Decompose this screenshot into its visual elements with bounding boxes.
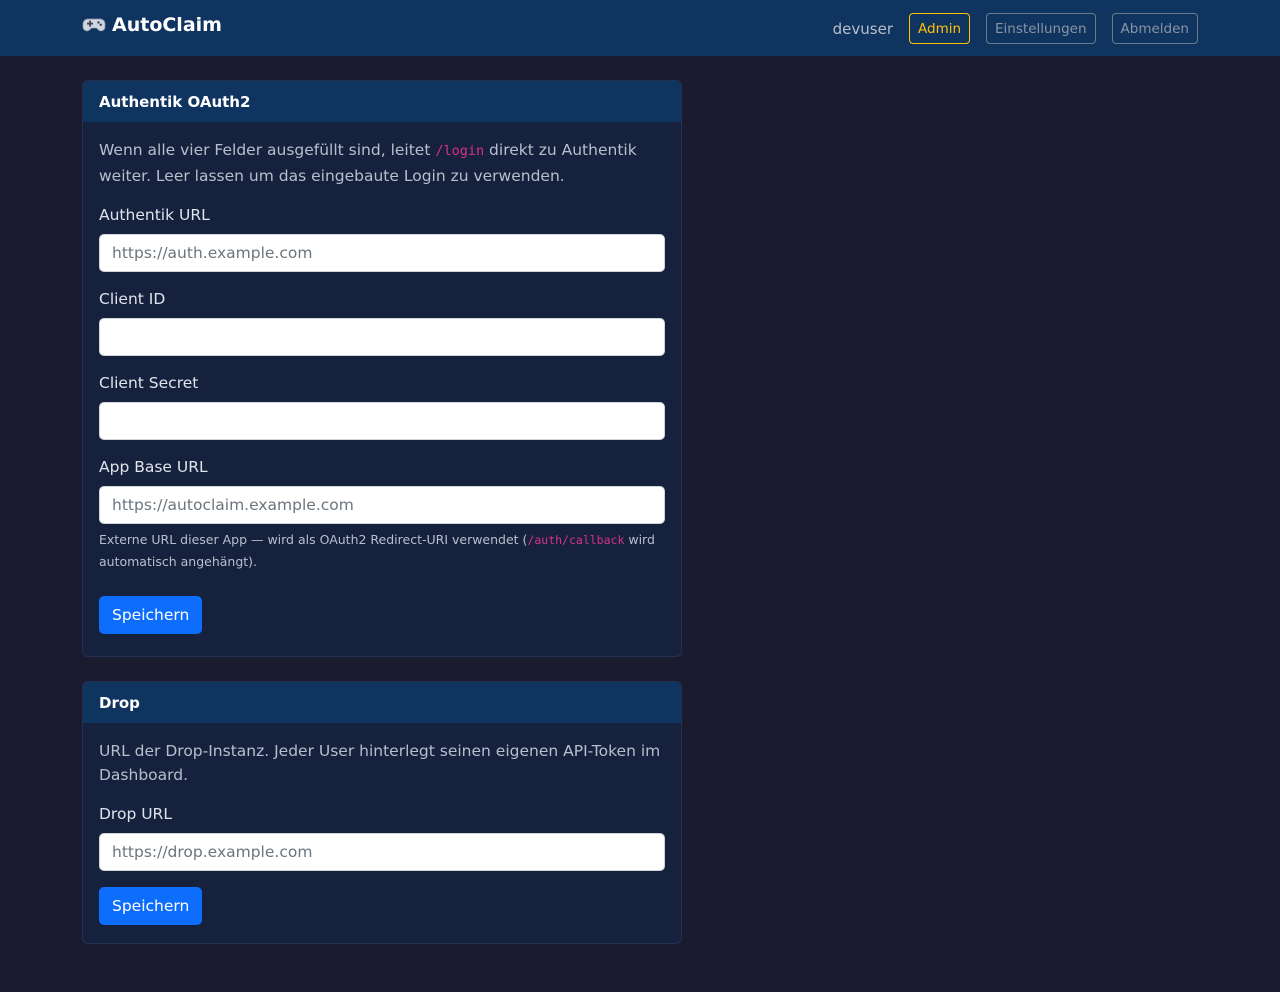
drop-card-title: Drop — [99, 693, 140, 712]
logout-button[interactable]: Abmelden — [1111, 13, 1198, 44]
authentik-actions: Speichern — [99, 596, 665, 634]
drop-card: Drop URL der Drop-Instanz. Jeder User hi… — [82, 681, 682, 944]
client-secret-label: Client Secret — [99, 374, 199, 392]
app-base-url-label: App Base URL — [99, 458, 208, 476]
drop-url-label: Drop URL — [99, 805, 172, 823]
hint-before: Externe URL dieser App — wird als OAuth2… — [99, 532, 528, 547]
drop-url-input[interactable] — [99, 833, 665, 871]
login-path-code: /login — [435, 143, 485, 159]
client-id-input[interactable] — [99, 318, 665, 356]
gamepad-icon — [82, 18, 106, 32]
admin-button[interactable]: Admin — [909, 13, 971, 44]
brand-link[interactable]: AutoClaim — [82, 14, 222, 36]
client-secret-input[interactable] — [99, 402, 665, 440]
username-label: devuser — [832, 19, 893, 38]
authentik-save-button[interactable]: Speichern — [99, 596, 203, 634]
authentik-intro-before: Wenn alle vier Felder ausgefüllt sind, l… — [99, 141, 436, 159]
authentik-url-label: Authentik URL — [99, 206, 210, 224]
app-base-url-input[interactable] — [99, 486, 665, 524]
drop-save-button[interactable]: Speichern — [99, 887, 203, 925]
authentik-card-header: Authentik OAuth2 — [83, 81, 681, 122]
drop-card-body: URL der Drop-Instanz. Jeder User hinterl… — [83, 723, 681, 941]
authentik-intro-text: Wenn alle vier Felder ausgefüllt sind, l… — [99, 138, 665, 189]
drop-card-header: Drop — [83, 682, 681, 723]
authentik-card-body: Wenn alle vier Felder ausgefüllt sind, l… — [83, 122, 681, 650]
nav-actions: devuser Admin Einstellungen Abmelden — [833, 13, 1198, 44]
authentik-card-title: Authentik OAuth2 — [99, 92, 251, 111]
callback-path-code: /auth/callback — [527, 533, 625, 547]
brand-name: AutoClaim — [112, 14, 222, 36]
authentik-url-input[interactable] — [99, 234, 665, 272]
app-base-url-hint: Externe URL dieser App — wird als OAuth2… — [99, 529, 665, 572]
drop-intro-text: URL der Drop-Instanz. Jeder User hinterl… — [99, 742, 661, 784]
client-id-label: Client ID — [99, 290, 166, 308]
authentik-card: Authentik OAuth2 Wenn alle vier Felder a… — [82, 80, 682, 657]
top-navbar: AutoClaim devuser Admin Einstellungen Ab… — [0, 0, 1280, 56]
drop-actions: Speichern — [99, 887, 665, 925]
settings-button[interactable]: Einstellungen — [986, 13, 1096, 44]
